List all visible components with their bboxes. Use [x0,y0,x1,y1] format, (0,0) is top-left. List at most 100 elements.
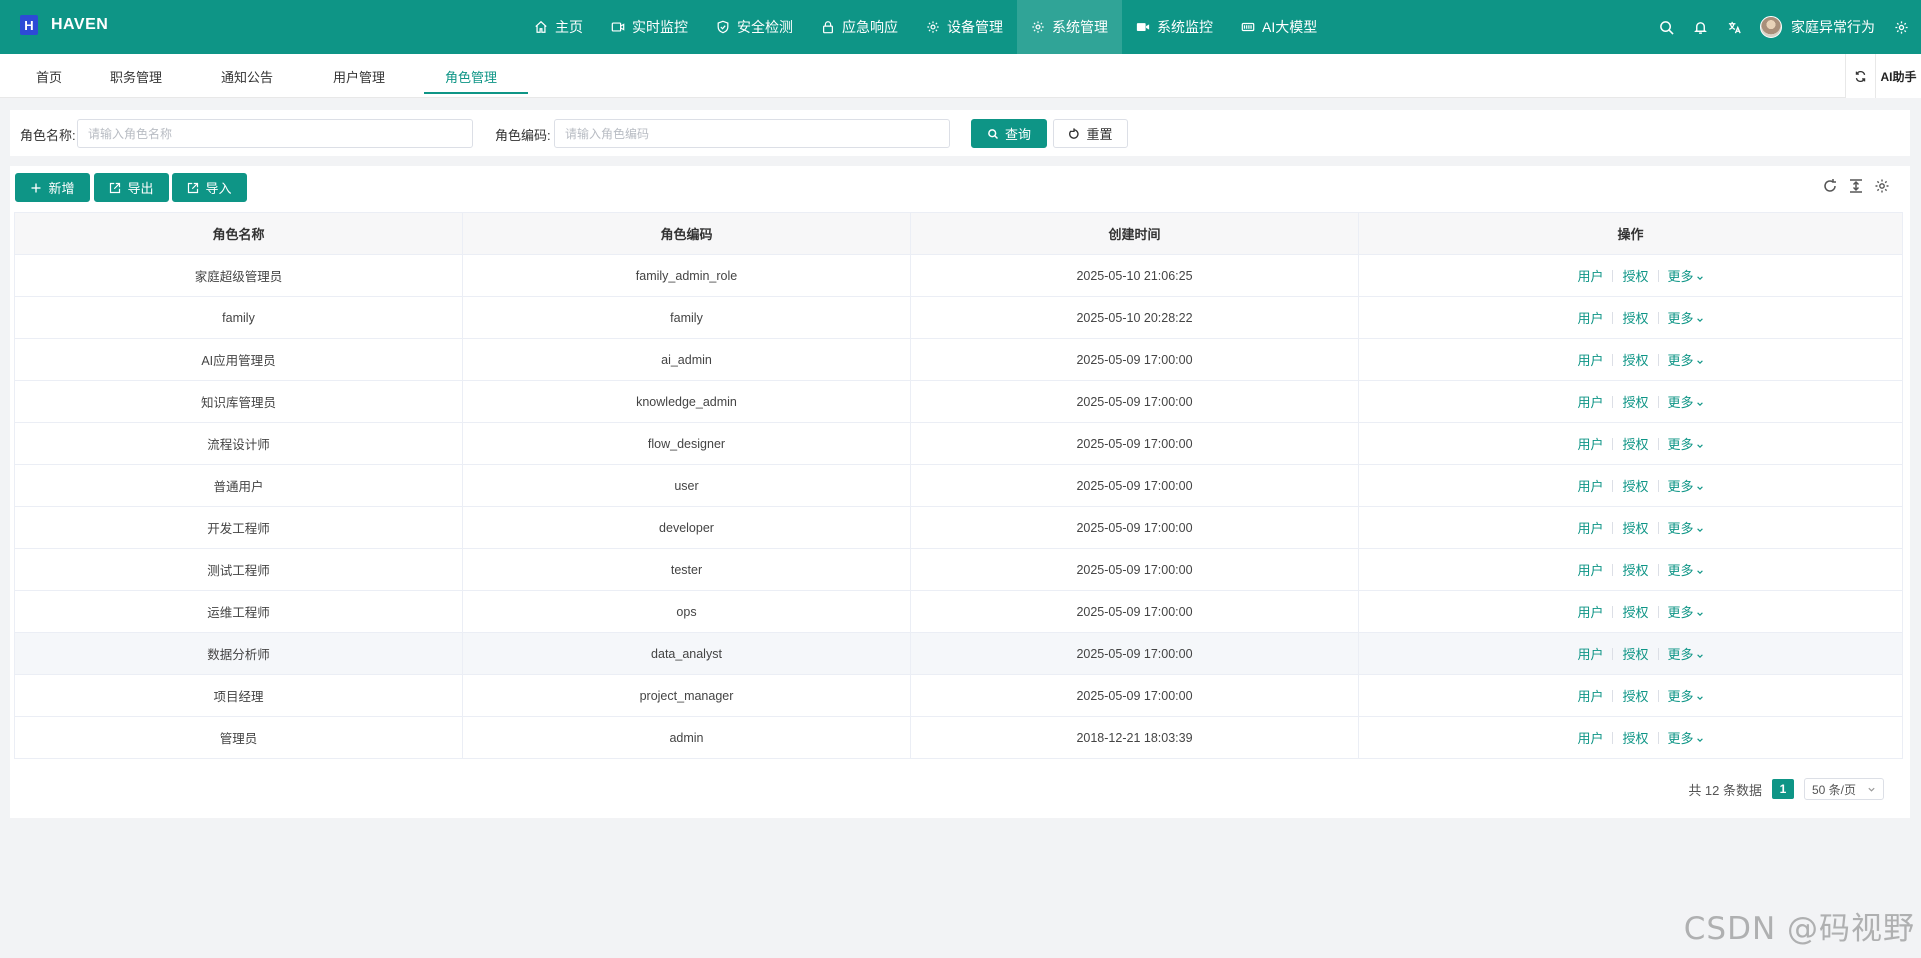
authorize-link[interactable]: 授权 [1613,350,1657,369]
tab-user-management[interactable]: 用户管理 [333,54,385,98]
table-row[interactable]: family family 2025-05-10 20:28:22 用户 授权 更多 [14,296,1903,339]
more-dropdown[interactable]: 更多 [1659,602,1713,621]
table-row[interactable]: 运维工程师 ops 2025-05-09 17:00:00 用户 授权 更多 [14,590,1903,633]
user-link[interactable]: 用户 [1568,728,1612,747]
column-header-create-time[interactable]: 创建时间 [910,212,1359,255]
nav-item-label: 实时监控 [632,19,688,35]
export-button[interactable]: 导出 [94,173,169,202]
tab-position-management[interactable]: 职务管理 [110,54,162,98]
more-dropdown[interactable]: 更多 [1659,686,1713,705]
tab-home[interactable]: 首页 [36,54,62,98]
nav-item-label: 安全检测 [737,19,793,35]
authorize-link[interactable]: 授权 [1613,602,1657,621]
cell-code: family_admin_role [462,254,911,297]
more-dropdown[interactable]: 更多 [1659,266,1713,285]
column-header-role-name[interactable]: 角色名称 [14,212,463,255]
more-label: 更多 [1667,647,1694,662]
user-link[interactable]: 用户 [1568,308,1612,327]
table-row[interactable]: 项目经理 project_manager 2025-05-09 17:00:00 用户… [14,674,1903,717]
user-link[interactable]: 用户 [1568,266,1612,285]
role-code-input[interactable] [554,119,950,148]
nav-item-2[interactable]: 安全检测 [702,0,807,54]
authorize-link[interactable]: 授权 [1613,560,1657,579]
authorize-link[interactable]: 授权 [1613,434,1657,453]
column-header-role-code[interactable]: 角色编码 [462,212,911,255]
nav-item-5[interactable]: 系统管理 [1017,0,1122,54]
column-height-icon[interactable] [1848,178,1864,197]
user-link[interactable]: 用户 [1568,602,1612,621]
row-actions: 用户 授权 更多 [1359,602,1902,621]
translate-icon[interactable] [1726,19,1742,35]
user-link[interactable]: 用户 [1568,686,1612,705]
query-button[interactable]: 查询 [971,119,1047,148]
authorize-link[interactable]: 授权 [1613,266,1657,285]
nav-item-label: 设备管理 [947,19,1003,35]
bell-icon[interactable] [1692,19,1708,35]
page-size-value: 50 条/页 [1812,782,1857,797]
role-name-input[interactable] [77,119,473,148]
more-dropdown[interactable]: 更多 [1659,434,1713,453]
settings-gear-icon[interactable] [1893,19,1909,35]
page-size-select[interactable]: 50 条/页 [1804,778,1884,800]
authorize-link[interactable]: 授权 [1613,476,1657,495]
nav-item-4[interactable]: 设备管理 [912,0,1017,54]
more-label: 更多 [1667,521,1694,536]
refresh-icon[interactable] [1822,178,1838,197]
table-row[interactable]: 知识库管理员 knowledge_admin 2025-05-09 17:00:00… [14,380,1903,423]
refresh-tab-button[interactable] [1845,54,1875,98]
app-logo[interactable]: H HAVEN [20,15,108,35]
user-link[interactable]: 用户 [1568,476,1612,495]
user-link[interactable]: 用户 [1568,644,1612,663]
table-row[interactable]: 数据分析师 data_analyst 2025-05-09 17:00:00 用户 授权… [14,632,1903,675]
nav-item-6[interactable]: 系统监控 [1122,0,1227,54]
ai-assistant-button[interactable]: AI助手 [1875,54,1921,98]
table-row[interactable]: 管理员 admin 2018-12-21 18:03:39 用户 授权 更多 [14,716,1903,759]
nav-item-1[interactable]: 实时监控 [597,0,702,54]
cell-code: admin [462,716,911,759]
table-row[interactable]: AI应用管理员 ai_admin 2025-05-09 17:00:00 用户 授权 更多 [14,338,1903,381]
user-link[interactable]: 用户 [1568,392,1612,411]
user-menu[interactable]: 家庭异常行为 [1760,16,1875,38]
reset-button[interactable]: 重置 [1053,119,1128,148]
more-dropdown[interactable]: 更多 [1659,350,1713,369]
table-row[interactable]: 测试工程师 tester 2025-05-09 17:00:00 用户 授权 更多 [14,548,1903,591]
user-link[interactable]: 用户 [1568,560,1612,579]
more-dropdown[interactable]: 更多 [1659,644,1713,663]
app-name: HAVEN [51,16,109,33]
more-dropdown[interactable]: 更多 [1659,560,1713,579]
more-dropdown[interactable]: 更多 [1659,728,1713,747]
import-button[interactable]: 导入 [172,173,247,202]
column-settings-icon[interactable] [1874,178,1890,197]
authorize-link[interactable]: 授权 [1613,308,1657,327]
cell-actions: 用户 授权 更多 [1358,296,1903,339]
more-dropdown[interactable]: 更多 [1659,518,1713,537]
authorize-link[interactable]: 授权 [1613,728,1657,747]
add-button[interactable]: 新增 [15,173,90,202]
table-row[interactable]: 开发工程师 developer 2025-05-09 17:00:00 用户 授权 更多 [14,506,1903,549]
table-row[interactable]: 流程设计师 flow_designer 2025-05-09 17:00:00 用户授… [14,422,1903,465]
table-row[interactable]: 普通用户 user 2025-05-09 17:00:00 用户 授权 更多 [14,464,1903,507]
tab-notices[interactable]: 通知公告 [221,54,273,98]
nav-item-3[interactable]: 应急响应 [807,0,912,54]
authorize-link[interactable]: 授权 [1613,644,1657,663]
page-number-current[interactable]: 1 [1772,779,1794,799]
user-link[interactable]: 用户 [1568,434,1612,453]
top-right-tools: 家庭异常行为 [1658,0,1909,54]
cell-name: 项目经理 [14,674,463,717]
search-icon[interactable] [1658,19,1674,35]
nav-item-label: 系统监控 [1157,19,1213,35]
table-row[interactable]: 家庭超级管理员 family_admin_role 2025-05-10 21:06… [14,254,1903,297]
authorize-link[interactable]: 授权 [1613,392,1657,411]
more-dropdown[interactable]: 更多 [1659,476,1713,495]
more-dropdown[interactable]: 更多 [1659,392,1713,411]
more-dropdown[interactable]: 更多 [1659,308,1713,327]
nav-item-7[interactable]: AI大模型 [1227,0,1331,54]
user-link[interactable]: 用户 [1568,350,1612,369]
row-actions: 用户 授权 更多 [1359,434,1902,453]
cell-name: 开发工程师 [14,506,463,549]
authorize-link[interactable]: 授权 [1613,686,1657,705]
user-link[interactable]: 用户 [1568,518,1612,537]
authorize-link[interactable]: 授权 [1613,518,1657,537]
nav-item-0[interactable]: 主页 [520,0,597,54]
main-nav: 主页 实时监控 安全检测 应急响应 设备管理 系统管理 系统监控 AI大模型 [520,0,1331,54]
